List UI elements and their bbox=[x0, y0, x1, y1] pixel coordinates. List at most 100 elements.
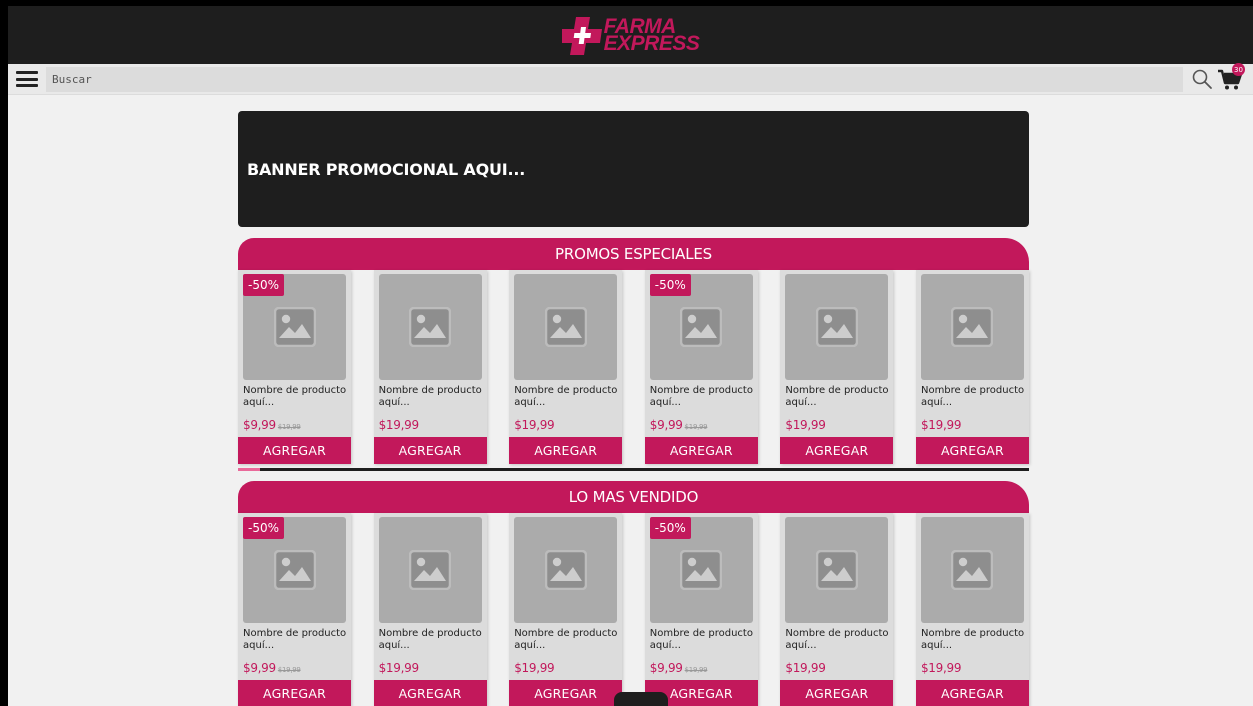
product-card[interactable]: Nombre de producto aquí... $19,99 AGREGAR bbox=[373, 270, 487, 464]
old-price: $19,99 bbox=[684, 423, 708, 431]
product-carousel[interactable]: -50% Nombre de producto aquí... $9,99 $19,9… bbox=[238, 513, 1029, 706]
current-price: $19,99 bbox=[514, 418, 555, 432]
search-icon[interactable] bbox=[1191, 68, 1213, 90]
search-bar: 30 bbox=[8, 63, 1253, 95]
product-image[interactable] bbox=[920, 517, 1024, 623]
add-to-cart-button[interactable]: AGREGAR bbox=[373, 437, 487, 464]
bottom-handle[interactable] bbox=[614, 692, 668, 706]
product-name: Nombre de producto aquí... bbox=[920, 385, 1025, 408]
current-price: $19,99 bbox=[920, 418, 962, 432]
add-to-cart-button[interactable]: AGREGAR bbox=[509, 680, 623, 706]
product-card[interactable]: Nombre de producto aquí... $19,99 AGREGAR bbox=[780, 513, 894, 706]
discount-badge: -50% bbox=[649, 517, 691, 539]
carousel-scrollbar[interactable] bbox=[238, 468, 1029, 471]
product-price: $19,99 bbox=[378, 418, 420, 432]
discount-badge: -50% bbox=[243, 274, 285, 296]
product-card[interactable]: Nombre de producto aquí... $19,99 AGREGAR bbox=[373, 513, 487, 706]
current-price: $9,99 bbox=[243, 661, 276, 675]
discount-badge: -50% bbox=[649, 274, 691, 296]
image-placeholder-icon bbox=[951, 550, 994, 590]
old-price: $19,99 bbox=[684, 666, 708, 674]
section-title: LO MAS VENDIDO bbox=[238, 481, 1029, 513]
scrollbar-thumb[interactable] bbox=[238, 468, 260, 471]
current-price: $19,99 bbox=[378, 418, 420, 432]
logo-text: FARMA EXPRESS bbox=[603, 16, 700, 55]
product-image[interactable] bbox=[378, 274, 482, 380]
product-image[interactable] bbox=[378, 517, 482, 623]
add-to-cart-button[interactable]: AGREGAR bbox=[238, 437, 351, 464]
image-placeholder-icon bbox=[951, 307, 994, 347]
image-placeholder-icon bbox=[680, 307, 723, 347]
product-name: Nombre de producto aquí... bbox=[243, 628, 347, 651]
product-price: $19,99 bbox=[920, 661, 962, 675]
image-placeholder-icon bbox=[409, 307, 452, 347]
promo-banner[interactable]: BANNER PROMOCIONAL AQUI... bbox=[238, 111, 1029, 227]
product-price: $19,99 bbox=[379, 661, 420, 675]
current-price: $9,99 bbox=[243, 418, 276, 432]
add-to-cart-button[interactable]: AGREGAR bbox=[238, 680, 351, 706]
product-price: $9,99 $19,99 bbox=[650, 661, 708, 675]
product-card[interactable]: -50% Nombre de producto aquí... $9,99 $19,9… bbox=[644, 513, 758, 706]
product-card[interactable]: -50% Nombre de producto aquí... $9,99 $19,9… bbox=[238, 513, 351, 706]
product-image[interactable] bbox=[785, 274, 889, 380]
product-card[interactable]: -50% Nombre de producto aquí... $9,99 $19,9… bbox=[238, 270, 351, 464]
product-price: $19,99 bbox=[514, 418, 555, 432]
current-price: $9,99 bbox=[649, 661, 683, 675]
product-name: Nombre de producto aquí... bbox=[514, 385, 618, 408]
top-header: FARMA EXPRESS bbox=[8, 6, 1253, 64]
current-price: $19,99 bbox=[514, 661, 555, 675]
add-to-cart-button[interactable]: AGREGAR bbox=[373, 680, 487, 706]
add-to-cart-button[interactable]: AGREGAR bbox=[780, 680, 894, 706]
product-card[interactable]: Nombre de producto aquí... $19,99 AGREGAR bbox=[915, 270, 1029, 464]
image-placeholder-icon bbox=[544, 307, 587, 347]
cross-logo-icon bbox=[561, 17, 602, 55]
product-name: Nombre de producto aquí... bbox=[243, 385, 347, 408]
product-card[interactable]: -50% Nombre de producto aquí... $9,99 $19,9… bbox=[644, 270, 758, 464]
product-price: $19,99 bbox=[514, 661, 555, 675]
old-price: $19,99 bbox=[277, 666, 301, 674]
product-card[interactable]: Nombre de producto aquí... $19,99 AGREGAR bbox=[509, 270, 623, 464]
logo[interactable]: FARMA EXPRESS bbox=[561, 15, 700, 55]
menu-icon[interactable] bbox=[16, 71, 38, 87]
product-name: Nombre de producto aquí... bbox=[649, 628, 753, 651]
image-placeholder-icon bbox=[273, 307, 316, 347]
product-name: Nombre de producto aquí... bbox=[649, 385, 753, 408]
image-placeholder-icon bbox=[815, 550, 858, 590]
old-price: $19,99 bbox=[277, 423, 301, 431]
product-image[interactable] bbox=[785, 517, 889, 623]
product-price: $9,99 $19,99 bbox=[650, 418, 708, 432]
image-placeholder-icon bbox=[409, 550, 452, 590]
current-price: $19,99 bbox=[920, 661, 962, 675]
section-promos: PROMOS ESPECIALES -50% Nombre de producto… bbox=[238, 238, 1029, 471]
product-carousel[interactable]: -50% Nombre de producto aquí... $9,99 $19,9… bbox=[238, 270, 1029, 468]
product-card[interactable]: Nombre de producto aquí... $19,99 AGREGAR bbox=[509, 513, 623, 706]
image-placeholder-icon bbox=[273, 550, 316, 590]
cart-count-badge: 30 bbox=[1232, 63, 1245, 76]
app-frame: FARMA EXPRESS 30 BANNER PROMOCIONAL AQUI… bbox=[8, 6, 1253, 706]
add-to-cart-button[interactable]: AGREGAR bbox=[915, 680, 1029, 706]
product-name: Nombre de producto aquí... bbox=[378, 628, 482, 651]
add-to-cart-button[interactable]: AGREGAR bbox=[644, 437, 758, 464]
product-price: $9,99 $19,99 bbox=[243, 661, 301, 675]
section-title: PROMOS ESPECIALES bbox=[238, 238, 1029, 270]
product-price: $19,99 bbox=[920, 418, 962, 432]
search-input[interactable] bbox=[46, 66, 1183, 92]
add-to-cart-button[interactable]: AGREGAR bbox=[780, 437, 894, 464]
product-image[interactable] bbox=[514, 517, 618, 623]
logo-line2: EXPRESS bbox=[603, 32, 700, 55]
image-placeholder-icon bbox=[544, 550, 587, 590]
cart-button[interactable]: 30 bbox=[1217, 63, 1245, 91]
product-card[interactable]: Nombre de producto aquí... $19,99 AGREGAR bbox=[915, 513, 1029, 706]
product-price: $19,99 bbox=[785, 418, 826, 432]
current-price: $19,99 bbox=[785, 418, 826, 432]
product-name: Nombre de producto aquí... bbox=[920, 628, 1025, 651]
product-name: Nombre de producto aquí... bbox=[378, 385, 482, 408]
product-price: $9,99 $19,99 bbox=[243, 418, 301, 432]
add-to-cart-button[interactable]: AGREGAR bbox=[915, 437, 1029, 464]
product-price: $19,99 bbox=[785, 661, 826, 675]
product-image[interactable] bbox=[920, 274, 1024, 380]
add-to-cart-button[interactable]: AGREGAR bbox=[509, 437, 623, 464]
product-image[interactable] bbox=[514, 274, 618, 380]
image-placeholder-icon bbox=[815, 307, 858, 347]
product-card[interactable]: Nombre de producto aquí... $19,99 AGREGAR bbox=[780, 270, 894, 464]
